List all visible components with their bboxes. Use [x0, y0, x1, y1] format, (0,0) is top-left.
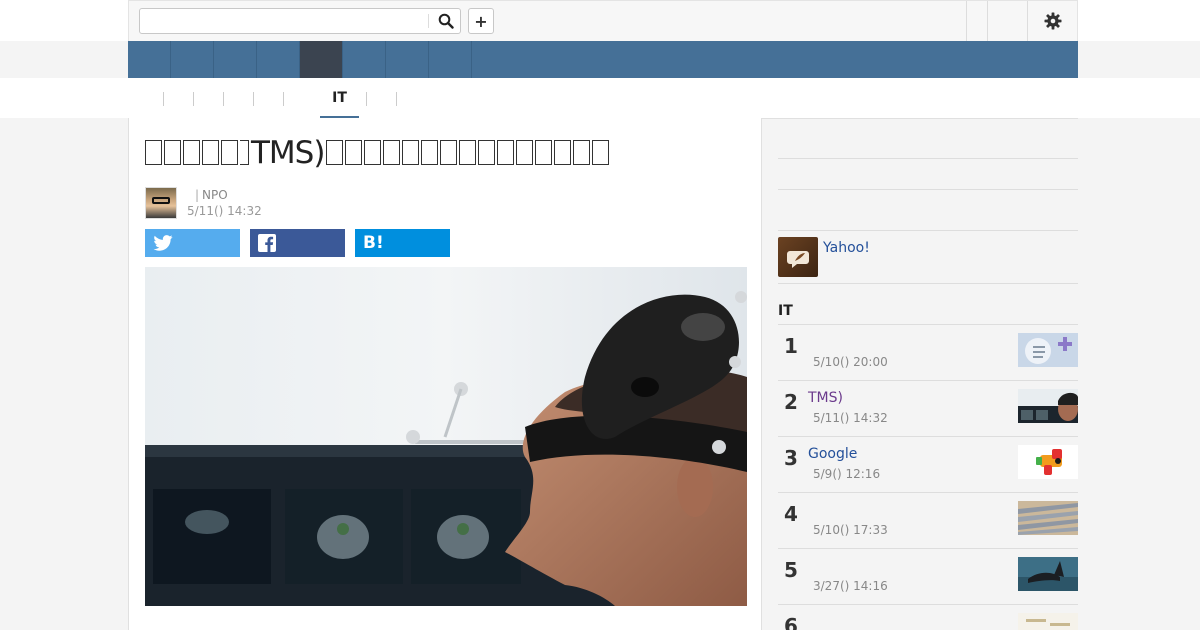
facebook-share-button[interactable] [250, 229, 345, 257]
subnav-separator [223, 92, 224, 106]
ranking-thumbnail[interactable] [1018, 557, 1078, 591]
sidebar-divider [778, 158, 1078, 159]
author-org: NPO [202, 188, 228, 202]
sidebar-divider [778, 283, 1078, 284]
hatena-bookmark-button[interactable]: B! [355, 229, 450, 257]
ranking-title[interactable]: TMS) [808, 390, 843, 406]
ranking-item[interactable]: 3 Google 5/9() 12:16 [778, 436, 1078, 492]
ranking-item[interactable]: 4 5/10() 17:33 [778, 492, 1078, 548]
top-header: + [0, 0, 1200, 41]
ranking-thumbnail[interactable] [1018, 613, 1078, 630]
author-byline: | NPO [195, 188, 228, 202]
ranking-heading: IT [778, 303, 793, 319]
main-nav [128, 41, 1078, 78]
sidebar-divider [778, 230, 1078, 231]
article-photo [145, 267, 747, 606]
yahoo-link[interactable]: Yahoo! [823, 240, 870, 256]
subnav-separator [396, 92, 397, 106]
gear-icon [1044, 12, 1062, 30]
ranking-date: 5/10() 17:33 [813, 523, 888, 537]
author-avatar[interactable] [145, 187, 177, 219]
ranking-number: 1 [784, 334, 798, 358]
ranking-number: 4 [784, 502, 798, 526]
twitter-icon [153, 235, 173, 251]
add-button[interactable]: + [468, 8, 494, 34]
ranking-date: 5/9() 12:16 [813, 467, 881, 481]
search-input[interactable] [142, 11, 426, 31]
main-nav-item[interactable] [257, 41, 300, 78]
settings-button[interactable] [1039, 9, 1067, 33]
article-title: TMS) [145, 135, 745, 171]
article-title-text: TMS) [251, 135, 325, 171]
ranking-date: 5/11() 14:32 [813, 411, 888, 425]
main-nav-item[interactable] [128, 41, 171, 78]
main-nav-item[interactable] [171, 41, 214, 78]
facebook-icon [258, 234, 276, 252]
ranking-number: 3 [784, 446, 798, 470]
main-nav-item-active[interactable] [300, 41, 343, 78]
subnav-separator [193, 92, 194, 106]
main-nav-item[interactable] [429, 41, 472, 78]
subnav-separator [163, 92, 164, 106]
ranking-item[interactable]: 1 5/10() 20:00 [778, 324, 1078, 380]
ranking-thumbnail[interactable] [1018, 501, 1078, 535]
search-box [139, 8, 461, 34]
header-divider [987, 1, 988, 41]
ranking-thumbnail[interactable] [1018, 333, 1078, 367]
ranking-date: 3/27() 14:16 [813, 579, 888, 593]
subnav-separator [253, 92, 254, 106]
search-divider [428, 14, 429, 28]
hatena-icon: B! [363, 233, 384, 253]
twitter-share-button[interactable] [145, 229, 240, 257]
ranking-number: 5 [784, 558, 798, 582]
ranking-number: 6 [784, 614, 798, 630]
ranking-item[interactable]: 2 TMS) 5/11() 14:32 [778, 380, 1078, 436]
yahoo-app-icon[interactable] [778, 237, 818, 277]
subnav-separator [366, 92, 367, 106]
tab-it-label: IT [332, 90, 347, 106]
header-divider [966, 1, 967, 41]
tab-it[interactable]: IT [320, 78, 359, 119]
article: TMS) | NPO 5/11() 14:32 B! [128, 118, 762, 630]
search-button[interactable] [434, 11, 458, 31]
article-date: 5/11() 14:32 [187, 204, 262, 218]
subnav-separator [283, 92, 284, 106]
top-header-bar: + [128, 0, 1078, 41]
sidebar: Yahoo! IT 1 5/10() 20:00 2 TMS) 5/11() 1… [778, 118, 1078, 630]
ranking-item[interactable]: 6 [778, 604, 1078, 630]
ranking-date: 5/10() 20:00 [813, 355, 888, 369]
main-nav-item[interactable] [214, 41, 257, 78]
ranking-title[interactable]: Google [808, 446, 857, 462]
main-nav-item[interactable] [343, 41, 386, 78]
ranking-item[interactable]: 5 3/27() 14:16 [778, 548, 1078, 604]
sub-nav: IT [128, 78, 1078, 119]
search-icon [438, 13, 454, 29]
header-divider [1027, 1, 1028, 41]
main-nav-item[interactable] [386, 41, 429, 78]
ranking-thumbnail[interactable] [1018, 445, 1078, 479]
ranking-thumbnail[interactable] [1018, 389, 1078, 423]
ranking-number: 2 [784, 390, 798, 414]
sidebar-divider [778, 189, 1078, 190]
